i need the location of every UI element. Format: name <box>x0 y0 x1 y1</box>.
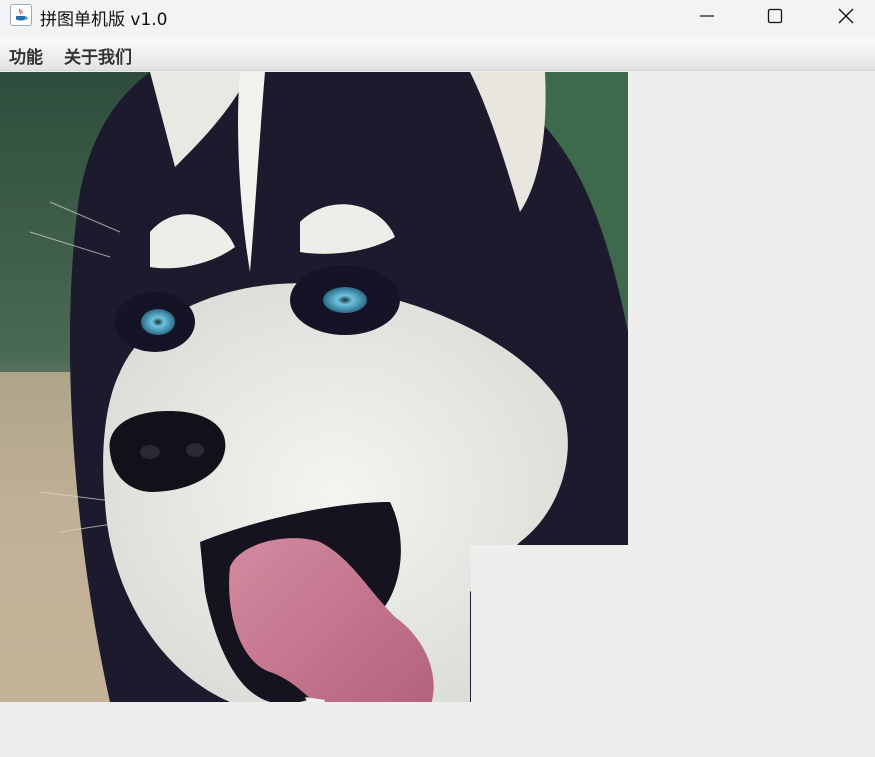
menu-about-us[interactable]: 关于我们 <box>64 43 132 68</box>
menu-function[interactable]: 功能 <box>9 43 43 68</box>
maximize-button[interactable] <box>752 0 798 32</box>
puzzle-board <box>0 72 628 702</box>
close-button[interactable] <box>823 0 869 32</box>
java-cup-icon <box>10 4 32 26</box>
minimize-icon <box>700 15 714 17</box>
window-title: 拼图单机版 v1.0 <box>40 10 168 30</box>
close-icon <box>838 8 854 24</box>
maximize-icon <box>767 8 783 24</box>
minimize-button[interactable] <box>684 0 730 32</box>
title-bar: 拼图单机版 v1.0 <box>0 0 875 37</box>
menu-bar: 功能 关于我们 <box>0 37 875 71</box>
empty-tile <box>471 545 628 702</box>
